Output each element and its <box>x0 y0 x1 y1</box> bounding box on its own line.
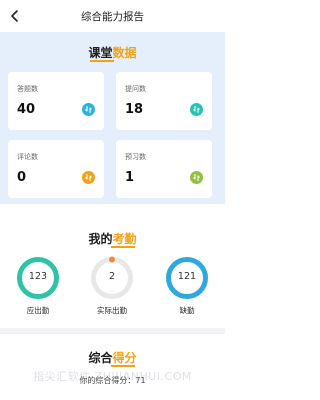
card-value: 18 <box>125 102 144 117</box>
classroom-section-title: 课堂数据 <box>0 44 225 61</box>
score-title-accent: 得分 <box>112 351 137 365</box>
attendance-title-accent: 考勤 <box>112 232 137 246</box>
card-value: 1 <box>125 170 135 185</box>
sync-icon <box>190 103 203 116</box>
ring-value: 2 <box>108 271 116 282</box>
card-label: 预习数 <box>125 153 146 161</box>
classroom-title-underline <box>90 60 114 62</box>
attendance-title-main: 我的 <box>88 232 113 246</box>
overall-score-text: 你的综合得分：71 <box>79 376 146 385</box>
attendance-title-underline <box>111 246 135 248</box>
ring-label: 缺勤 <box>179 306 195 315</box>
actual-attendance-ring[interactable]: 2 <box>90 256 134 300</box>
top-bar: 综合能力报告 <box>0 0 225 32</box>
page-title: 综合能力报告 <box>81 11 144 23</box>
attendance-section-title: 我的考勤 <box>0 230 225 247</box>
ring-label: 实际出勤 <box>97 306 127 315</box>
classroom-data-section: 课堂数据 答题数 40 提问数 18 评论数 0 预习数 1 <box>0 32 225 204</box>
score-title-main: 综合 <box>88 351 113 365</box>
sync-icon <box>82 171 95 184</box>
score-title-underline <box>111 365 135 367</box>
sync-icon <box>190 171 203 184</box>
section-divider <box>0 328 225 334</box>
score-section-title: 综合得分 <box>0 349 225 366</box>
answer-count-card[interactable]: 答题数 40 <box>8 72 104 130</box>
ring-value: 123 <box>28 271 48 282</box>
classroom-title-accent: 数据 <box>112 46 137 60</box>
ring-value: 121 <box>177 271 197 282</box>
absence-ring[interactable]: 121 <box>165 256 209 300</box>
comment-count-card[interactable]: 评论数 0 <box>8 140 104 198</box>
sync-icon <box>82 103 95 116</box>
card-label: 答题数 <box>17 85 38 93</box>
ring-label: 应出勤 <box>26 306 50 315</box>
expected-attendance-ring[interactable]: 123 <box>16 256 60 300</box>
card-label: 评论数 <box>17 153 38 161</box>
card-label: 提问数 <box>125 85 146 93</box>
preview-count-card[interactable]: 预习数 1 <box>116 140 212 198</box>
question-count-card[interactable]: 提问数 18 <box>116 72 212 130</box>
classroom-title-main: 课堂 <box>88 46 113 60</box>
card-value: 40 <box>17 102 36 117</box>
card-value: 0 <box>17 170 27 185</box>
